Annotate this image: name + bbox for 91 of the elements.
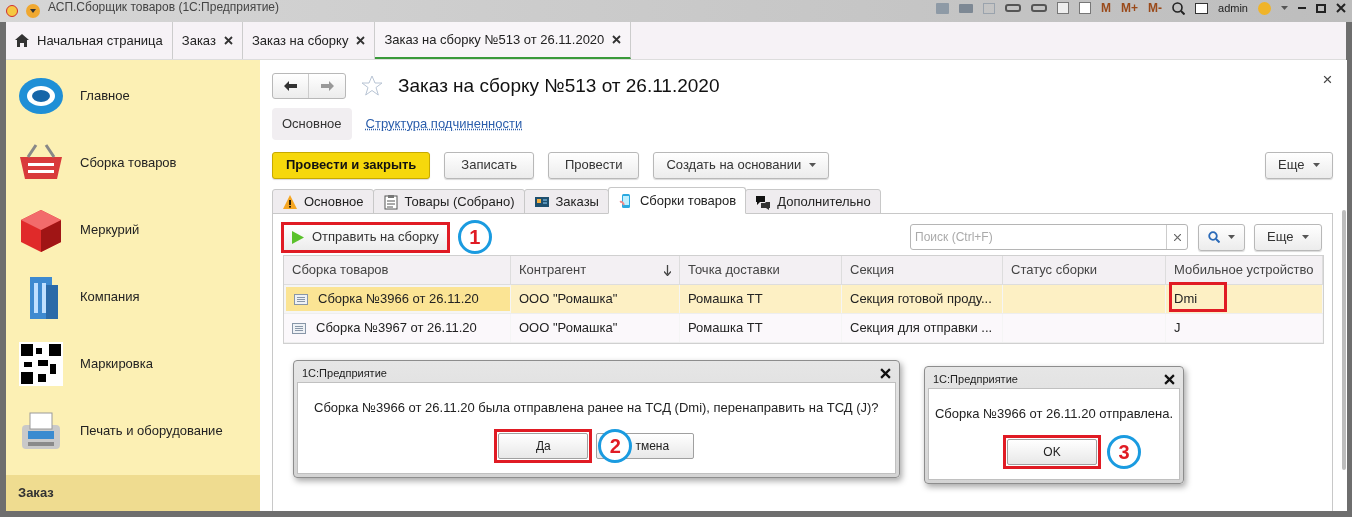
search-icon <box>1208 231 1221 243</box>
search-field[interactable]: Поиск (Ctrl+F) <box>910 224 1189 250</box>
close-icon[interactable] <box>879 367 891 379</box>
table-row[interactable]: Сборка №3966 от 26.11.20 ООО "Ромашка" Ромашка ТТ Секция готовой проду... Dmi <box>284 285 1323 314</box>
dialog-button[interactable]: Да <box>498 432 589 459</box>
link-icon[interactable] <box>1005 4 1021 12</box>
caret-icon <box>1301 235 1309 239</box>
caret-icon <box>809 163 817 167</box>
form-tab[interactable]: Основное <box>272 189 374 214</box>
window-title: АСП.Сборщик товаров (1С:Предприятие) <box>48 0 280 16</box>
form-tab[interactable]: Дополнительно <box>745 189 881 214</box>
document-title: Заказ на сборку №513 от 26.11.2020 <box>398 73 720 98</box>
step-marker: 1 <box>457 220 492 254</box>
sort-arrow-icon <box>664 264 671 276</box>
more-button[interactable]: Еще <box>1265 151 1333 179</box>
dialog-title: 1С:Предприятие <box>933 371 1018 387</box>
document-icon <box>292 322 306 334</box>
dialog-button[interactable]: OK <box>1007 438 1097 465</box>
star-icon[interactable] <box>360 74 384 98</box>
highlight-frame <box>1169 282 1227 312</box>
column-header[interactable]: Секция <box>842 256 1003 284</box>
close-icon[interactable] <box>1164 373 1175 385</box>
tab-label: Начальная страница <box>37 31 163 50</box>
clipboard-icon <box>382 193 399 210</box>
form-tab[interactable]: Сборки товаров <box>607 187 747 214</box>
document-tab[interactable]: Заказ <box>172 22 243 59</box>
column-header[interactable]: Статус сборки <box>1003 256 1166 284</box>
sidebar-item[interactable]: Сборка товаров <box>6 129 260 196</box>
table-cell: J <box>1166 314 1323 342</box>
command-button[interactable]: Провести <box>547 151 640 179</box>
form-tab[interactable]: Товары (Собрано) <box>372 189 525 214</box>
document-tab[interactable]: Начальная страница <box>6 22 173 59</box>
document-icon <box>294 293 308 305</box>
sidebar-item[interactable]: Главное <box>6 62 260 129</box>
search-button[interactable] <box>1198 223 1246 251</box>
column-header[interactable]: Контрагент <box>511 256 680 284</box>
column-header[interactable]: Точка доставки <box>680 256 842 284</box>
table-cell: Секция для отправки ... <box>842 314 1003 342</box>
sidebar-item[interactable]: Маркировка <box>6 330 260 397</box>
create-based-on-button[interactable]: Создать на основании <box>653 151 830 179</box>
section-tab[interactable]: Основное <box>272 108 352 140</box>
column-header[interactable]: Сборка товаров <box>284 256 511 284</box>
dialog-message: Сборка №3966 от 26.11.20 отправлена. <box>934 405 1174 423</box>
table-cell: ООО "Ромашка" <box>511 285 680 313</box>
table-cell: Сборка №3966 от 26.11.20 <box>284 285 511 313</box>
restore-icon[interactable] <box>1316 3 1326 13</box>
more-button[interactable]: Еще <box>1254 223 1322 251</box>
qr-code-icon <box>16 341 66 386</box>
close-icon[interactable] <box>1336 3 1346 13</box>
caret-icon <box>1312 163 1320 167</box>
column-header[interactable]: Мобильное устройство <box>1166 256 1323 284</box>
table-cell: Сборка №3967 от 26.11.20 <box>284 314 511 342</box>
sidebar-item[interactable]: Меркурий <box>6 196 260 263</box>
table-cell: ООО "Ромашка" <box>511 314 680 342</box>
chat-icon <box>755 193 772 210</box>
menu-caret-icon[interactable] <box>26 4 40 18</box>
table-row[interactable]: Сборка №3967 от 26.11.20 ООО "Ромашка" Ромашка ТТ Секция для отправки ... J <box>284 314 1323 343</box>
sidebar-item[interactable]: Компания <box>6 263 260 330</box>
dialog-message: Сборка №3966 от 26.11.20 была отправлена ранее на ТСД (Dmi), перенаправить на ТСД (J)? <box>314 399 879 417</box>
caret-icon <box>1228 235 1236 239</box>
section-link[interactable]: Структура подчиненности <box>355 108 533 140</box>
play-icon <box>292 230 304 244</box>
link-icon[interactable] <box>1031 4 1047 12</box>
tab-label: Заказ на сборку №513 от 26.11.2020 <box>384 30 605 49</box>
sidebar-footer[interactable]: Заказ <box>6 475 260 511</box>
close-icon[interactable]: × <box>1322 67 1333 93</box>
app-logo-icon <box>6 5 18 17</box>
close-icon[interactable] <box>356 36 366 45</box>
close-icon[interactable] <box>612 35 622 44</box>
panels-icon[interactable] <box>1195 2 1209 14</box>
form-tab[interactable]: Заказы <box>523 189 609 214</box>
search-input[interactable]: Поиск (Ctrl+F) <box>911 225 1167 249</box>
table-cell: Ромашка ТТ <box>680 314 842 342</box>
table-cell: Ромашка ТТ <box>680 285 842 313</box>
post-and-close-button[interactable]: Провести и закрыть <box>272 151 431 179</box>
send-to-assembly-button[interactable]: Отправить на сборку <box>283 223 448 251</box>
step-marker: 2 <box>598 428 633 463</box>
user-name[interactable]: admin <box>1218 0 1248 17</box>
step-marker: 3 <box>1107 434 1141 469</box>
home-icon <box>15 34 29 47</box>
table-cell: Секция готовой проду... <box>842 285 1003 313</box>
tab-label: Заказ <box>181 31 216 50</box>
warning-icon <box>282 193 298 210</box>
zoom-icon[interactable] <box>1172 1 1186 15</box>
tab-label: Заказ на сборку <box>251 31 349 50</box>
command-button[interactable]: Записать <box>444 151 534 179</box>
sidebar-item[interactable]: Печать и оборудование <box>6 397 260 464</box>
dialog-title: 1С:Предприятие <box>302 365 387 381</box>
close-icon[interactable] <box>223 36 233 45</box>
caret-icon <box>1281 6 1288 10</box>
document-tab[interactable]: Заказ на сборку №513 от 26.11.2020 <box>375 22 632 59</box>
